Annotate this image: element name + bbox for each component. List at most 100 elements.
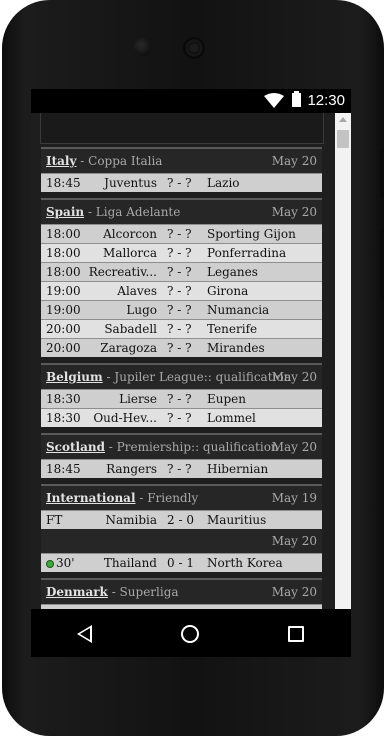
match-score: ? - ? [167, 322, 192, 336]
match-score: 0 - 1 [167, 556, 194, 570]
country-link[interactable]: Italy [46, 154, 76, 168]
scores-list-view[interactable]: Italy - Coppa Italia May 20 18:45 Juventus?… [31, 113, 351, 609]
match-row[interactable]: 20:00 Zaragoza ? - ? Mirandes [41, 338, 322, 357]
league-date: May 20 [271, 370, 317, 384]
match-time: 18:00 [46, 246, 81, 260]
front-camera [134, 38, 152, 56]
match-time: 20:00 [46, 341, 81, 355]
competition-name: - Liga Adelante [84, 205, 181, 219]
scroll-up-arrow-icon[interactable] [339, 117, 347, 122]
home-team: Rangers [106, 462, 157, 476]
match-row[interactable]: 18:30 Oud-Hev... ? - ? Lommel [41, 408, 322, 427]
league-header[interactable]: Italy - Coppa Italia May 20 [41, 149, 322, 173]
league-header[interactable]: Belgium - Jupiler League:: qualification… [41, 365, 322, 408]
league-date: May 20 [271, 154, 317, 168]
match-time: 19:00 [46, 284, 81, 298]
competition-name: - Superliga [107, 585, 179, 599]
match-row[interactable]: 19:00 Alaves ? - ? Girona [41, 281, 322, 300]
match-row[interactable]: 18:45 Juventus ? - ? Lazio [41, 173, 322, 192]
away-team: Numancia [207, 303, 270, 317]
match-score: ? - ? [167, 265, 192, 279]
scroll-thumb[interactable] [337, 130, 349, 148]
home-team: Thailand [103, 556, 157, 570]
country-link[interactable]: Spain [46, 205, 84, 219]
league-header[interactable]: Scotland - Premiership:: qualification Ma… [41, 435, 322, 459]
home-team: Alcorcon [103, 227, 157, 241]
match-row[interactable]: 19:00 Lugo ? - ? Numancia [41, 300, 322, 319]
match-row[interactable]: 30' Thailand 0 - 1 North Korea [41, 553, 322, 572]
away-team: Ponferradina [207, 246, 287, 260]
away-team: Eupen [207, 392, 246, 406]
wifi-icon [264, 93, 284, 108]
match-score: ? - ? [167, 227, 192, 241]
match-score: ? - ? [167, 176, 192, 190]
match-time: 18:00 [46, 265, 81, 279]
country-link[interactable]: Belgium [46, 370, 103, 384]
home-team: Oud-Hev... [93, 411, 157, 425]
home-team: Zaragoza [100, 341, 157, 355]
league-header[interactable]: Denmark - Superliga May 20 [41, 580, 322, 604]
home-team: Alaves [117, 284, 157, 298]
away-team: Leganes [207, 265, 258, 279]
match-row[interactable]: 18:30 Lierse ? - ? Eupen [41, 389, 322, 408]
ad-banner[interactable] [40, 113, 324, 144]
country-link[interactable]: Denmark [46, 585, 108, 599]
league-date: May 20 [271, 585, 317, 599]
match-time: 18:45 [46, 462, 81, 476]
match-time: 30' [56, 556, 75, 570]
match-row[interactable]: 18:00 Mallorca ? - ? Ponferradina [41, 243, 322, 262]
league-section: Italy - Coppa Italia May 20 18:45 Juventus?… [41, 147, 322, 192]
match-row[interactable]: FT Namibia 2 - 0 Mauritius [41, 510, 322, 529]
recent-apps-icon[interactable] [288, 626, 304, 642]
home-team: Juventus [104, 176, 157, 190]
league-date: May 20 [271, 440, 317, 454]
match-score: ? - ? [167, 462, 192, 476]
home-team: Sabadell [104, 322, 157, 336]
screen: 12:30 Italy - Coppa Italia May 20 18:45 Juv… [31, 89, 351, 609]
league-section: Scotland - Premiership:: qualification Ma… [41, 433, 322, 478]
league-date: May 19 [271, 491, 317, 505]
away-team: Hibernian [207, 462, 269, 476]
match-row[interactable]: 18:45 Rangers ? - ? Hibernian [41, 459, 322, 478]
match-score: ? - ? [167, 392, 192, 406]
away-team: North Korea [207, 556, 283, 570]
league-date: May 20 [271, 534, 317, 548]
match-score: ? - ? [167, 303, 192, 317]
status-bar: 12:30 [31, 89, 351, 113]
match-row[interactable]: 18:00 Recreativ... ? - ? Leganes [41, 262, 322, 281]
date-header: May 20 [41, 529, 322, 553]
competition-name: - Coppa Italia [76, 154, 163, 168]
match-score: ? - ? [167, 411, 192, 425]
league-header[interactable]: Spain - Liga Adelante May 20 [41, 200, 322, 224]
battery-icon [292, 91, 301, 107]
match-row[interactable]: 20:00 Sabadell ? - ? Tenerife [41, 319, 322, 338]
back-icon[interactable] [77, 625, 92, 643]
league-date: May 20 [271, 205, 317, 219]
away-team: Tenerife [207, 322, 258, 336]
home-team: Recreativ... [88, 265, 157, 279]
scrollbar[interactable] [335, 113, 351, 609]
league-section: International - Friendly May 19 FT Namibia 2… [41, 484, 322, 572]
match-score: 2 - 0 [167, 513, 194, 527]
home-icon[interactable] [181, 625, 199, 643]
live-indicator-icon [46, 560, 54, 568]
league-header[interactable]: International - Friendly May 19 [41, 486, 322, 510]
match-time: 18:30 [46, 392, 81, 406]
league-section: Belgium - Jupiler League:: qualification… [41, 363, 322, 427]
match-row[interactable]: 18:00 Alcorcon ? - ? Sporting Gijon [41, 224, 322, 243]
home-team: Lierse [119, 392, 157, 406]
match-time: 19:00 [46, 303, 81, 317]
match-score: ? - ? [167, 246, 192, 260]
power-button [380, 230, 384, 300]
league-section: Denmark - SuperligaMay 2016:00OB? - ?Sil… [41, 578, 322, 609]
country-link[interactable]: International [46, 491, 136, 505]
league-list: Italy - Coppa Italia May 20 18:45 Juventus?… [41, 147, 322, 609]
away-team: Sporting Gijon [207, 227, 296, 241]
away-team: Mirandes [207, 341, 265, 355]
away-team: Girona [207, 284, 249, 298]
league-section: Spain - Liga Adelante May 20 18:00 Alcorcon… [41, 198, 322, 357]
country-link[interactable]: Scotland [46, 440, 105, 454]
status-time: 12:30 [307, 92, 345, 109]
match-score: ? - ? [167, 341, 192, 355]
volume-button [380, 150, 384, 198]
